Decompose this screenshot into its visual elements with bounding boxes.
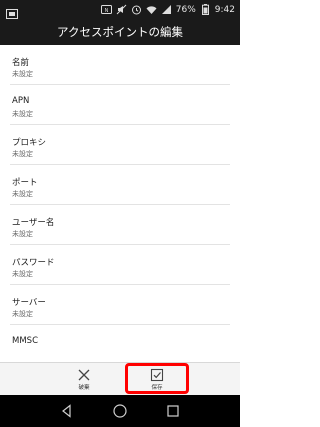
close-icon	[77, 367, 91, 381]
status-bar: N 76% 9:42	[0, 0, 240, 19]
back-icon[interactable]	[58, 403, 76, 419]
checkbox-check-icon	[150, 367, 164, 382]
list-item-apn[interactable]: APN 未設定	[0, 85, 240, 125]
item-label: プロキシ	[12, 138, 47, 148]
item-value: 未設定	[12, 230, 33, 238]
page-title: アクセスポイントの編集	[57, 25, 183, 39]
screen: N 76% 9:42 アクセスポイントの編集 名前 未設定 APN 未設定 プロ…	[0, 0, 240, 427]
signal-icon	[161, 4, 172, 15]
clock: 9:42	[214, 4, 235, 15]
battery-percent: 76%	[175, 4, 196, 15]
list-item-mmsc[interactable]: MMSC	[0, 325, 240, 362]
list-item-password[interactable]: パスワード 未設定	[0, 245, 240, 285]
discard-button[interactable]: 破棄	[54, 363, 114, 396]
mute-icon	[116, 4, 127, 15]
home-icon[interactable]	[111, 403, 129, 419]
nfc-icon: N	[100, 4, 112, 15]
item-value: 未設定	[12, 110, 33, 118]
alarm-icon	[131, 4, 142, 15]
list-item-proxy[interactable]: プロキシ 未設定	[0, 125, 240, 165]
navigation-bar	[0, 395, 240, 427]
item-label: パスワード	[12, 258, 55, 268]
action-bar: 破棄 保存	[0, 362, 240, 395]
list-item-port[interactable]: ポート 未設定	[0, 165, 240, 205]
save-label: 保存	[151, 385, 163, 391]
save-button[interactable]: 保存	[127, 363, 187, 396]
item-value: 未設定	[12, 150, 33, 158]
item-label: APN	[12, 96, 30, 106]
item-label: MMSC	[12, 336, 38, 346]
recent-apps-icon[interactable]	[164, 403, 182, 419]
list-item-username[interactable]: ユーザー名 未設定	[0, 205, 240, 245]
item-label: ユーザー名	[12, 218, 55, 228]
item-value: 未設定	[12, 70, 33, 78]
wifi-icon	[146, 4, 157, 15]
discard-label: 破棄	[78, 385, 90, 391]
notification-icon	[6, 4, 18, 19]
list-item-name[interactable]: 名前 未設定	[0, 45, 240, 85]
list-item-server[interactable]: サーバー 未設定	[0, 285, 240, 325]
settings-list: 名前 未設定 APN 未設定 プロキシ 未設定 ポート 未設定 ユーザー名 未設…	[0, 45, 240, 362]
item-value: 未設定	[12, 310, 33, 318]
item-label: 名前	[12, 58, 30, 68]
item-value: 未設定	[12, 270, 33, 278]
title-bar: アクセスポイントの編集	[0, 19, 240, 45]
item-label: サーバー	[12, 298, 46, 308]
svg-text:N: N	[104, 8, 108, 14]
item-label: ポート	[12, 178, 38, 188]
battery-icon	[200, 4, 211, 15]
item-value: 未設定	[12, 190, 33, 198]
